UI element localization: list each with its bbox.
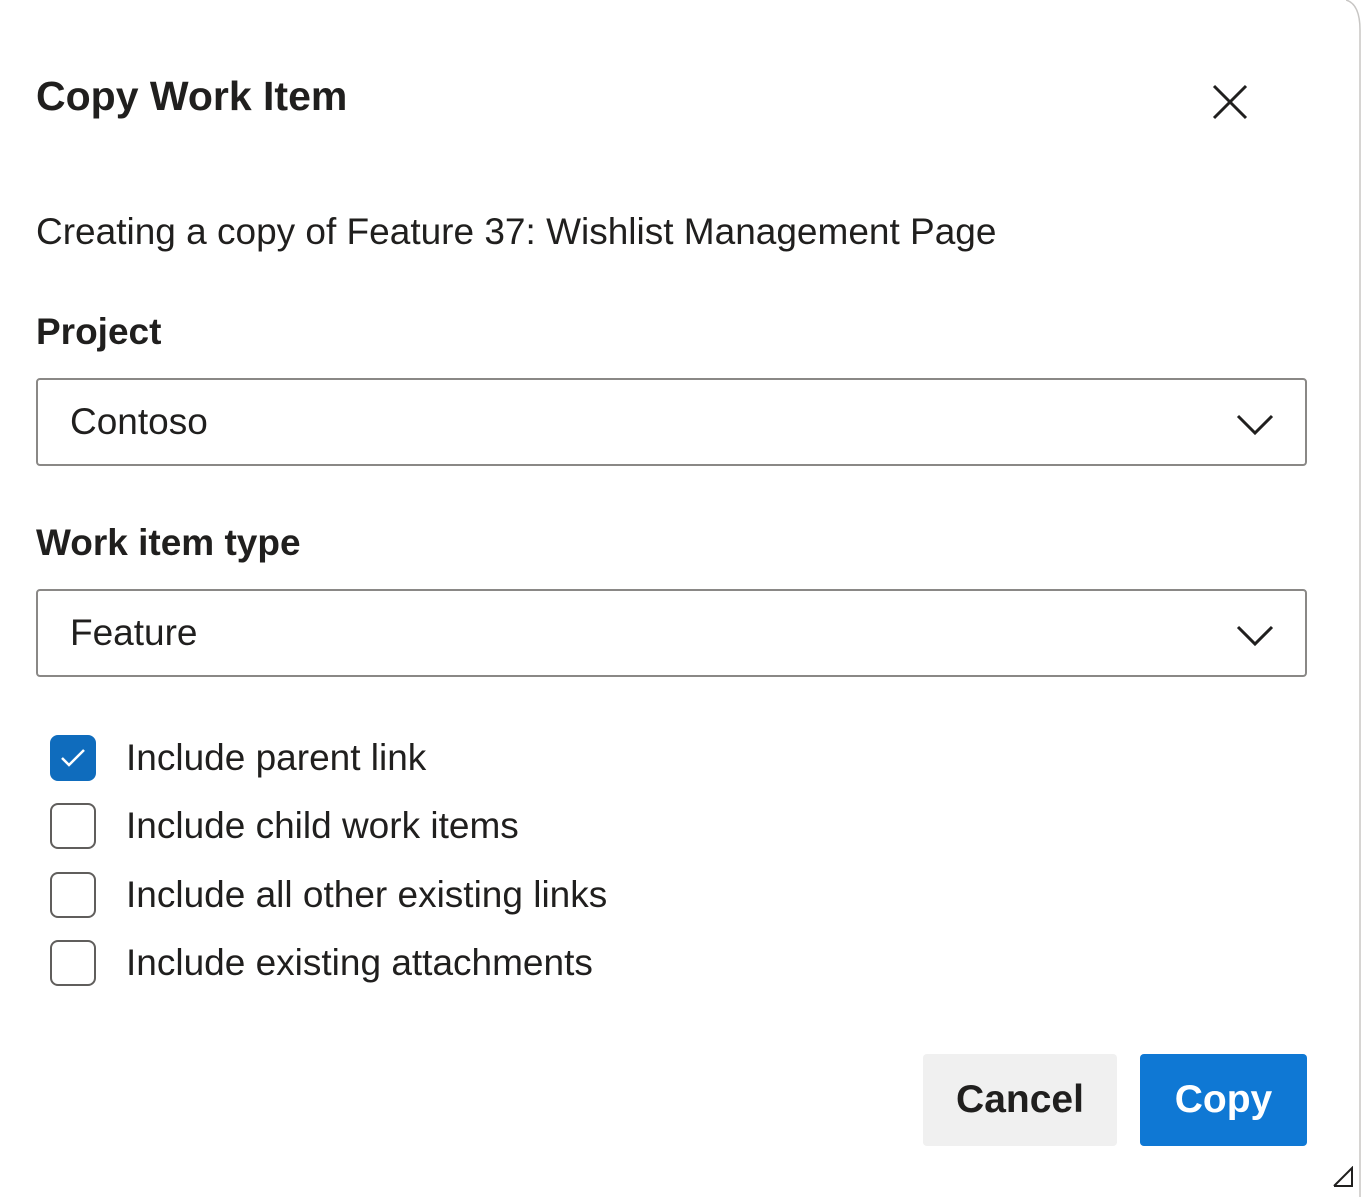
chevron-down-icon (1236, 625, 1274, 647)
include-other-links-label: Include all other existing links (126, 874, 608, 915)
include-child-work-items-label: Include child work items (126, 805, 519, 846)
work-item-type-label: Work item type (36, 522, 301, 563)
include-attachments-label: Include existing attachments (126, 942, 593, 983)
dialog-edge (1346, 0, 1361, 1197)
checkmark-icon (61, 749, 85, 767)
project-label: Project (36, 311, 162, 352)
include-attachments-checkbox[interactable]: Include existing attachments (50, 938, 593, 988)
dialog-subtitle: Creating a copy of Feature 37: Wishlist … (36, 211, 997, 252)
close-icon (1212, 84, 1248, 120)
include-child-work-items-checkbox[interactable]: Include child work items (50, 801, 519, 851)
cancel-button[interactable]: Cancel (923, 1054, 1117, 1146)
include-parent-link-label: Include parent link (126, 737, 427, 778)
project-dropdown-value: Contoso (70, 401, 208, 442)
copy-work-item-dialog: Copy Work Item Creating a copy of Featur… (0, 0, 1361, 1197)
checkbox-unchecked[interactable] (50, 803, 96, 849)
resize-grip-icon[interactable] (1332, 1166, 1354, 1188)
include-parent-link-checkbox[interactable]: Include parent link (50, 733, 426, 783)
checkbox-unchecked[interactable] (50, 872, 96, 918)
work-item-type-dropdown-value: Feature (70, 612, 198, 653)
chevron-down-icon (1236, 414, 1274, 436)
dialog-title: Copy Work Item (36, 73, 348, 119)
work-item-type-dropdown[interactable]: Feature (36, 589, 1307, 677)
checkbox-unchecked[interactable] (50, 940, 96, 986)
project-dropdown[interactable]: Contoso (36, 378, 1307, 466)
checkbox-checked[interactable] (50, 735, 96, 781)
copy-button[interactable]: Copy (1140, 1054, 1307, 1146)
include-other-links-checkbox[interactable]: Include all other existing links (50, 870, 607, 920)
close-button[interactable] (1200, 72, 1260, 132)
